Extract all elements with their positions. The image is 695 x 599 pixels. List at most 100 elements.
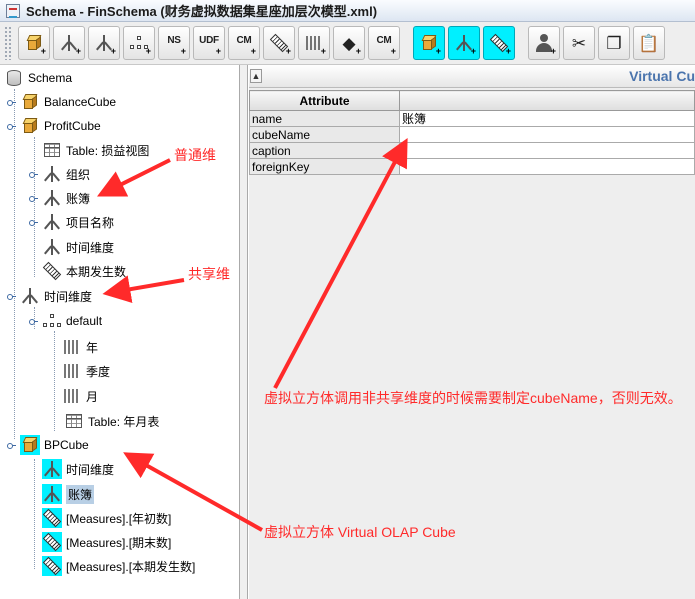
details-header: ▲ Virtual Cu xyxy=(249,65,695,88)
tree-node-label: 项目名称 xyxy=(66,215,115,230)
attribute-key: caption xyxy=(249,142,400,159)
attribute-value[interactable] xyxy=(399,158,695,175)
tree-node-label: 时间维度 xyxy=(66,240,115,255)
dimension-icon xyxy=(42,188,62,208)
tree-node-dim-ledger[interactable]: 账簿 xyxy=(28,187,90,209)
toolbar-grip[interactable] xyxy=(4,26,12,60)
tree-node-label: Table: 年月表 xyxy=(88,414,160,429)
calculated-member-2-icon: CM xyxy=(376,34,392,46)
table-row[interactable]: foreignKey xyxy=(249,158,695,175)
table-row[interactable]: caption xyxy=(249,142,695,159)
tree-node-label-selected: 账簿 xyxy=(66,484,95,504)
table-row[interactable]: name 账簿 xyxy=(249,110,695,127)
add-hierarchy-button[interactable]: + xyxy=(123,26,155,60)
attribute-value[interactable]: 账簿 xyxy=(399,110,695,127)
tree-node-dim-item[interactable]: 项目名称 xyxy=(28,211,114,233)
paste-button[interactable]: 📋 xyxy=(633,26,665,60)
add-level-button[interactable]: + xyxy=(298,26,330,60)
tree-node-table-pl[interactable]: Table: 损益视图 xyxy=(42,139,149,161)
tree-toggle-icon[interactable] xyxy=(28,217,38,227)
add-calculated-member-2-button[interactable]: CM + xyxy=(368,26,400,60)
tree-node-hier-default[interactable]: default xyxy=(28,310,102,332)
tree-node-label: ProfitCube xyxy=(44,119,101,133)
tree-node-label: BPCube xyxy=(44,438,89,452)
split-divider[interactable] xyxy=(240,65,248,599)
cube-plus-icon xyxy=(26,35,42,51)
tree-guide-line xyxy=(14,89,15,439)
attribute-key: foreignKey xyxy=(249,158,400,175)
tree-node-level-quarter[interactable]: 季度 xyxy=(62,360,110,382)
add-role-button[interactable]: + xyxy=(528,26,560,60)
tree-node-vm-opening[interactable]: [Measures].[年初数] xyxy=(42,507,171,529)
tree-toggle-icon[interactable] xyxy=(28,193,38,203)
tree-node-level-year[interactable]: 年 xyxy=(62,336,98,358)
collapse-arrow-icon[interactable]: ▲ xyxy=(250,69,262,83)
tree-node-label: 时间维度 xyxy=(66,462,115,477)
cut-button[interactable]: ✂ xyxy=(563,26,595,60)
tree-node-dim-time-usage[interactable]: 时间维度 xyxy=(42,236,114,258)
toolbar: + + + + NS + UDF + CM + + + ◆ + CM + + +… xyxy=(0,22,695,65)
add-named-set-button[interactable]: NS + xyxy=(158,26,190,60)
tree-node-profit-cube[interactable]: ProfitCube xyxy=(6,115,101,137)
attribute-table: Attribute name 账簿 cubeName caption forei… xyxy=(249,90,695,175)
add-dimension-usage-button[interactable]: + xyxy=(88,26,120,60)
annotation-cube-name-note: 虚拟立方体调用非共享维度的时候需要制定cubeName，否则无效。 xyxy=(264,390,682,406)
tree-node-table-ym[interactable]: Table: 年月表 xyxy=(64,410,159,432)
tree-node-schema[interactable]: Schema xyxy=(4,67,72,89)
add-udf-button[interactable]: UDF + xyxy=(193,26,225,60)
tree-toggle-icon[interactable] xyxy=(6,291,16,301)
tree-node-label: Schema xyxy=(28,71,73,85)
add-virtual-dimension-button[interactable]: + xyxy=(448,26,480,60)
tree-node-balance-cube[interactable]: BalanceCube xyxy=(6,91,116,113)
tree-toggle-icon[interactable] xyxy=(6,440,16,450)
tree-toggle-icon[interactable] xyxy=(28,316,38,326)
tree-node-vdim-ledger[interactable]: 账簿 xyxy=(42,483,95,505)
details-panel: ▲ Virtual Cu Attribute name 账簿 cubeName … xyxy=(249,65,695,599)
virtual-measure-icon xyxy=(42,556,62,576)
tree-node-label: [Measures].[本期发生数] xyxy=(66,559,196,574)
udf-icon: UDF xyxy=(199,34,219,46)
tree-node-vm-closing[interactable]: [Measures].[期末数] xyxy=(42,531,171,553)
add-calculated-member-button[interactable]: CM + xyxy=(228,26,260,60)
add-virtual-cube-button[interactable]: + xyxy=(413,26,445,60)
tree-node-label: 年 xyxy=(86,340,99,355)
copy-button[interactable]: ❐ xyxy=(598,26,630,60)
tree-node-label: 组织 xyxy=(66,167,91,182)
tree-toggle-icon[interactable] xyxy=(6,97,16,107)
tree-node-label: [Measures].[年初数] xyxy=(66,511,172,526)
copy-icon: ❐ xyxy=(606,33,622,53)
tree-node-vdim-time[interactable]: 时间维度 xyxy=(42,458,114,480)
tree-node-bp-cube[interactable]: BPCube xyxy=(6,434,89,456)
window-title: Schema - FinSchema (财务虚拟数据集星座加层次模型.xml) xyxy=(26,4,378,19)
tree-guide-line xyxy=(54,331,55,431)
add-dimension-button[interactable]: + xyxy=(53,26,85,60)
attribute-value[interactable] xyxy=(399,126,695,143)
tree-node-vm-current[interactable]: [Measures].[本期发生数] xyxy=(42,555,195,577)
attribute-key: cubeName xyxy=(249,126,400,143)
attribute-column-header: Attribute xyxy=(249,90,400,111)
cube-icon xyxy=(20,116,40,136)
table-row[interactable]: cubeName xyxy=(249,126,695,143)
tree-node-level-month[interactable]: 月 xyxy=(62,385,98,407)
table-icon xyxy=(64,411,84,431)
measure-icon xyxy=(42,261,62,281)
virtual-cube-icon xyxy=(20,435,40,455)
annotation-virtual-cube: 虚拟立方体 Virtual OLAP Cube xyxy=(264,524,456,540)
tree-node-dim-org[interactable]: 组织 xyxy=(28,163,90,185)
add-property-button[interactable]: ◆ + xyxy=(333,26,365,60)
attribute-key: name xyxy=(249,110,400,127)
tree-toggle-icon[interactable] xyxy=(28,169,38,179)
tree-node-shared-time-dim[interactable]: 时间维度 xyxy=(6,285,92,307)
tree-toggle-icon[interactable] xyxy=(6,121,16,131)
window-title-bar: Schema - FinSchema (财务虚拟数据集星座加层次模型.xml) xyxy=(0,0,695,22)
cube-icon xyxy=(20,92,40,112)
add-cube-button[interactable]: + xyxy=(18,26,50,60)
tree-node-label: BalanceCube xyxy=(44,95,117,109)
tree-node-measure-current[interactable]: 本期发生数 xyxy=(42,260,126,282)
attribute-value[interactable] xyxy=(399,142,695,159)
annotation-normal-dim: 普通维 xyxy=(174,147,216,163)
value-column-header xyxy=(399,90,695,111)
dimension-plus-icon xyxy=(61,35,77,51)
add-virtual-measure-button[interactable]: + xyxy=(483,26,515,60)
add-measure-button[interactable]: + xyxy=(263,26,295,60)
